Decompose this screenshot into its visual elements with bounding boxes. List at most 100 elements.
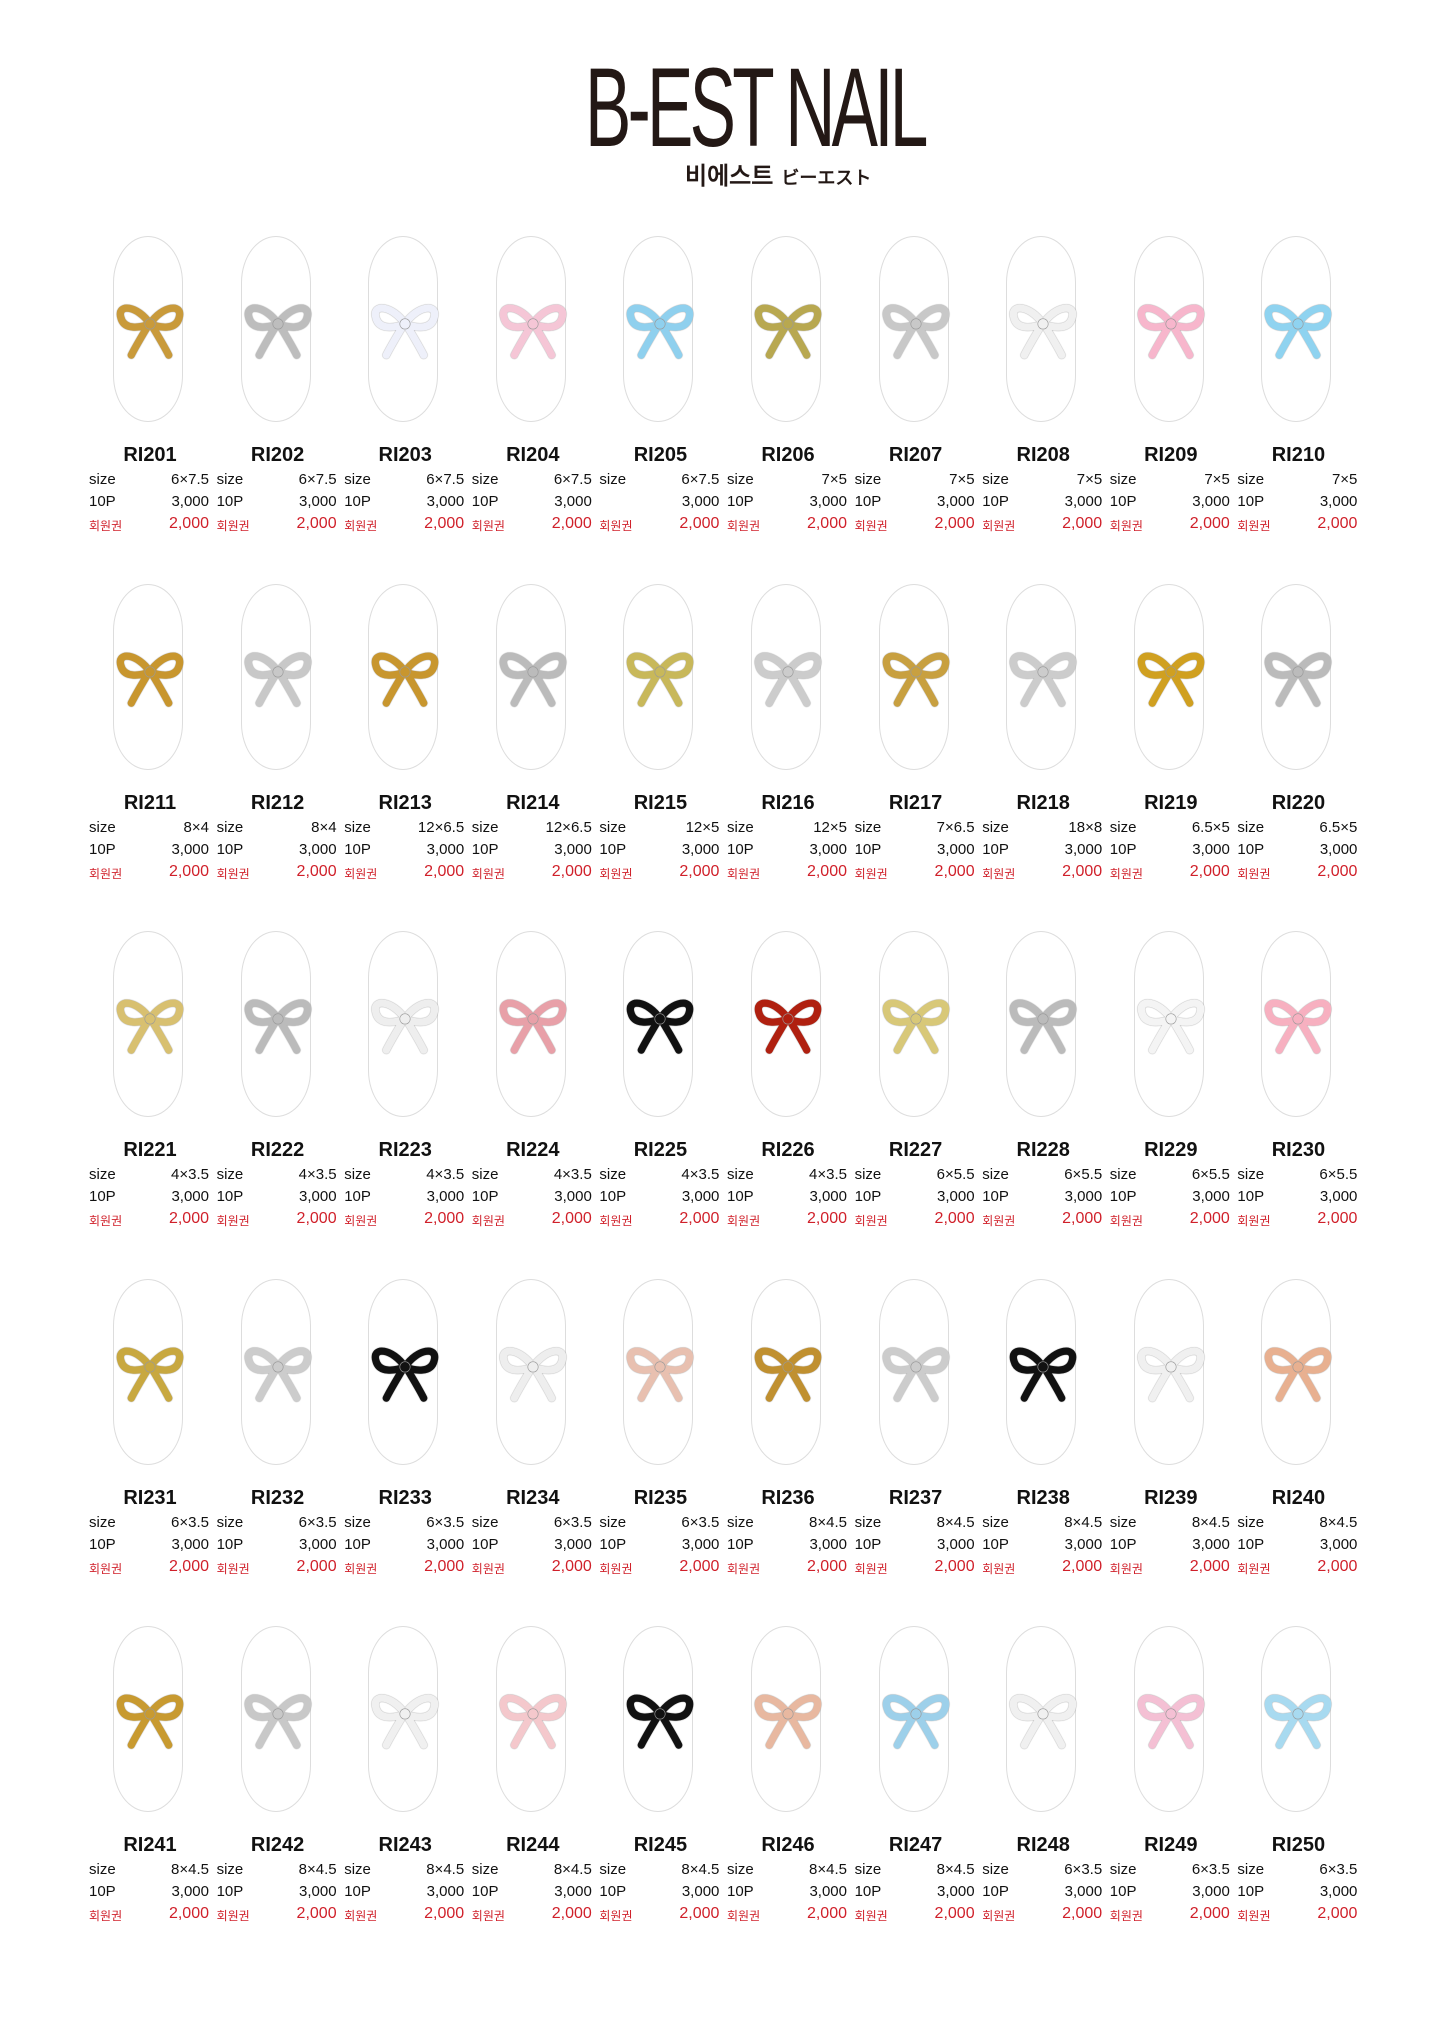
size-value: 12×6.5 <box>417 818 465 836</box>
size-value: 8×4.5 <box>1064 1513 1103 1531</box>
price-value: 3,000 <box>681 1535 720 1553</box>
member-label: 회원권 <box>344 1909 378 1923</box>
qty-label: 10P <box>471 1188 499 1205</box>
qty-label: 10P <box>216 840 244 858</box>
qty-label: 10P <box>727 1535 754 1553</box>
qty-label: 10P <box>1237 1535 1265 1553</box>
size-label: size <box>982 1166 1009 1183</box>
qty-label: 10P <box>471 493 499 510</box>
size-label: size <box>1109 1513 1137 1531</box>
qty-label: 10P <box>344 493 371 510</box>
qty-label: 10P <box>1109 1535 1137 1553</box>
size-value: 6×3.5 <box>171 1513 209 1531</box>
price-value: 3,000 <box>809 493 847 510</box>
product-code: RI217 <box>888 791 943 814</box>
qty-label: 10P <box>89 493 116 510</box>
bow-icon <box>1265 999 1332 1054</box>
qty-label: 10P <box>89 1883 116 1900</box>
qty-label: 10P <box>599 840 627 858</box>
size-label: size <box>854 471 882 488</box>
bow-icon <box>499 1347 566 1402</box>
member-label: 회원권 <box>1237 519 1271 533</box>
size-value: 6×3.5 <box>681 1513 720 1531</box>
price-value: 3,000 <box>809 1188 847 1205</box>
price-value: 3,000 <box>937 493 975 510</box>
price-value: 3,000 <box>1064 493 1103 510</box>
price-value: 3,000 <box>171 1188 209 1205</box>
product-code: RI246 <box>761 1834 815 1856</box>
price-value: 3,000 <box>554 840 592 858</box>
product-code: RI247 <box>888 1834 943 1856</box>
qty-label: 10P <box>216 1188 244 1205</box>
member-price-value: 2,000 <box>934 862 975 880</box>
size-label: size <box>599 1861 627 1878</box>
qty-label: 10P <box>1237 840 1265 858</box>
price-value: 3,000 <box>426 1188 465 1205</box>
qty-label: 10P <box>89 1188 116 1205</box>
price-value: 3,000 <box>171 840 209 858</box>
product-code: RI242 <box>250 1834 305 1856</box>
bow-icon <box>371 1347 439 1402</box>
member-label: 회원권 <box>599 519 633 533</box>
member-price-value: 2,000 <box>168 1210 209 1227</box>
size-value: 7×5 <box>821 471 847 488</box>
member-label: 회원권 <box>982 519 1016 533</box>
product-code: RI227 <box>888 1139 943 1161</box>
size-value: 4×3.5 <box>171 1166 209 1183</box>
member-label: 회원권 <box>854 1214 888 1228</box>
price-value: 3,000 <box>426 1883 465 1900</box>
member-price-value: 2,000 <box>806 862 847 880</box>
bow-icon <box>1137 304 1204 359</box>
qty-label: 10P <box>471 1883 499 1900</box>
size-value: 12×5 <box>685 818 720 836</box>
size-value: 6×3.5 <box>553 1513 592 1531</box>
member-price-value: 2,000 <box>806 1210 847 1227</box>
bow-icon <box>244 652 311 707</box>
member-price-value: 2,000 <box>1062 515 1103 532</box>
price-value: 3,000 <box>809 840 847 858</box>
price-value: 3,000 <box>1319 1188 1358 1205</box>
size-label: size <box>344 818 371 836</box>
member-price-value: 2,000 <box>934 1557 975 1575</box>
product-code: RI249 <box>1144 1834 1198 1856</box>
size-label: size <box>854 1861 882 1878</box>
bow-icon <box>1009 999 1077 1054</box>
price-value: 3,000 <box>1192 1883 1230 1900</box>
bow-icon <box>116 1347 184 1402</box>
member-price-value: 2,000 <box>424 1210 465 1227</box>
bow-icon <box>244 1694 311 1749</box>
qty-label: 10P <box>854 1883 882 1900</box>
qty-label: 10P <box>854 1188 882 1205</box>
size-value: 6.5×5 <box>1191 818 1230 836</box>
member-price-value: 2,000 <box>424 1905 465 1922</box>
price-value: 3,000 <box>426 493 465 510</box>
member-price-value: 2,000 <box>1317 862 1358 880</box>
size-value: 8×4.5 <box>171 1861 209 1878</box>
size-value: 7×5 <box>949 471 975 488</box>
member-price-value: 2,000 <box>1062 1210 1103 1227</box>
member-price-value: 2,000 <box>934 1210 975 1227</box>
member-label: 회원권 <box>727 1561 761 1576</box>
size-label: size <box>1237 1861 1265 1878</box>
size-value: 6×5.5 <box>936 1166 975 1183</box>
size-label: size <box>216 1861 244 1878</box>
member-price-value: 2,000 <box>679 1210 720 1227</box>
size-value: 6×5.5 <box>1191 1166 1230 1183</box>
member-label: 회원권 <box>599 866 633 881</box>
size-value: 6×7.5 <box>553 471 592 488</box>
size-value: 12×6.5 <box>545 818 592 836</box>
qty-label: 10P <box>854 1535 882 1553</box>
member-price-value: 2,000 <box>1317 515 1358 532</box>
product-code: RI209 <box>1144 444 1198 466</box>
qty-label: 10P <box>471 840 499 858</box>
member-label: 회원권 <box>344 866 378 881</box>
product-code: RI214 <box>506 791 560 814</box>
member-price-value: 2,000 <box>296 862 337 880</box>
product-code: RI250 <box>1271 1834 1326 1856</box>
member-label: 회원권 <box>89 1214 123 1228</box>
qty-label: 10P <box>1237 1883 1265 1900</box>
bow-icon <box>244 304 311 359</box>
size-label: size <box>1109 1861 1137 1878</box>
size-value: 7×5 <box>1204 471 1230 488</box>
size-value: 8×4.5 <box>681 1861 720 1878</box>
